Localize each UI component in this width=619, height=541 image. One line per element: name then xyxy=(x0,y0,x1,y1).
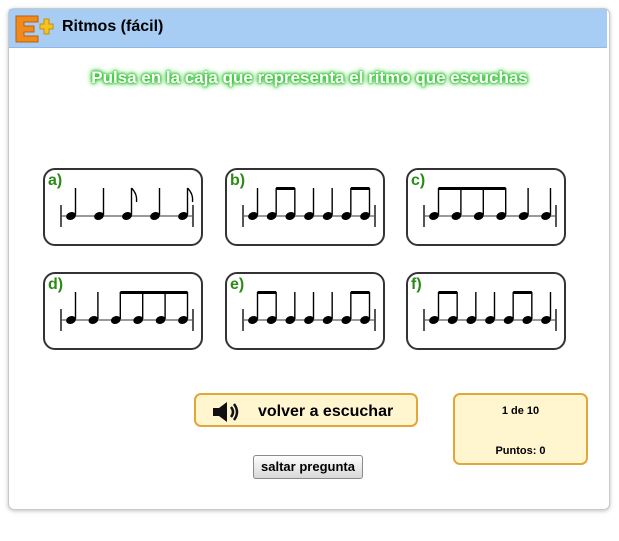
note-beam xyxy=(276,187,295,190)
e-plus-logo-icon xyxy=(15,15,54,43)
note-beam xyxy=(350,187,370,190)
option-box[interactable]: c) xyxy=(406,168,566,246)
speaker-icon xyxy=(213,402,239,422)
note-beam xyxy=(513,291,532,294)
option-box[interactable]: b) xyxy=(225,168,385,246)
note-flag xyxy=(187,187,194,203)
option-box[interactable]: a) xyxy=(43,168,203,246)
points-counter: Puntos: 0 xyxy=(495,445,546,457)
skip-question-button[interactable]: saltar pregunta xyxy=(253,455,363,479)
note-flag xyxy=(131,187,138,203)
rhythm-notation xyxy=(423,291,557,331)
note-beam xyxy=(350,291,370,294)
instruction-text: Pulsa en la caja que representa el ritmo… xyxy=(91,68,528,87)
app-title: Ritmos (fácil) xyxy=(62,18,164,35)
rhythm-notation xyxy=(60,291,194,331)
note-beam xyxy=(438,187,506,190)
option-box[interactable]: f) xyxy=(406,272,566,350)
note-beam xyxy=(120,291,188,294)
option-box[interactable]: e) xyxy=(225,272,385,350)
question-counter: 1 de 10 xyxy=(501,405,540,417)
rhythm-notation xyxy=(242,187,376,227)
replay-button[interactable]: volver a escuchar xyxy=(194,393,418,427)
rhythm-notation xyxy=(242,291,376,331)
rhythm-notation xyxy=(60,187,194,227)
replay-label: volver a escuchar xyxy=(258,403,394,420)
rhythm-notation xyxy=(423,187,557,227)
score-panel: 1 de 10 Puntos: 0 xyxy=(453,393,588,465)
option-box[interactable]: d) xyxy=(43,272,203,350)
note-beam xyxy=(257,291,277,294)
note-beam xyxy=(438,291,458,294)
